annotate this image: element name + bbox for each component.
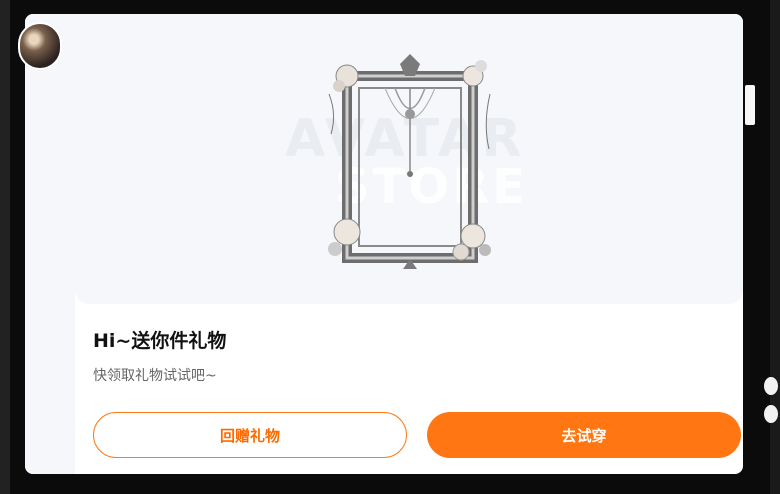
film-edge-left bbox=[0, 0, 10, 494]
avatar[interactable] bbox=[18, 22, 62, 70]
gift-subtitle: 快领取礼物试试吧~ bbox=[93, 368, 217, 384]
card-side-strip bbox=[25, 14, 75, 474]
try-on-button[interactable]: 去试穿 bbox=[427, 412, 741, 458]
gift-card: AVATAR STORE Hi~送你件礼物 快领取礼物试试吧~ 回赠礼物 去试穿 bbox=[25, 14, 743, 474]
film-hole bbox=[764, 377, 778, 395]
return-gift-button[interactable]: 回赠礼物 bbox=[93, 412, 407, 458]
gift-preview: AVATAR STORE bbox=[75, 14, 743, 304]
gift-title: Hi~送你件礼物 bbox=[93, 330, 227, 352]
film-hole bbox=[764, 405, 778, 423]
ornate-rose-frame-icon bbox=[328, 54, 491, 269]
film-notch bbox=[745, 85, 755, 125]
